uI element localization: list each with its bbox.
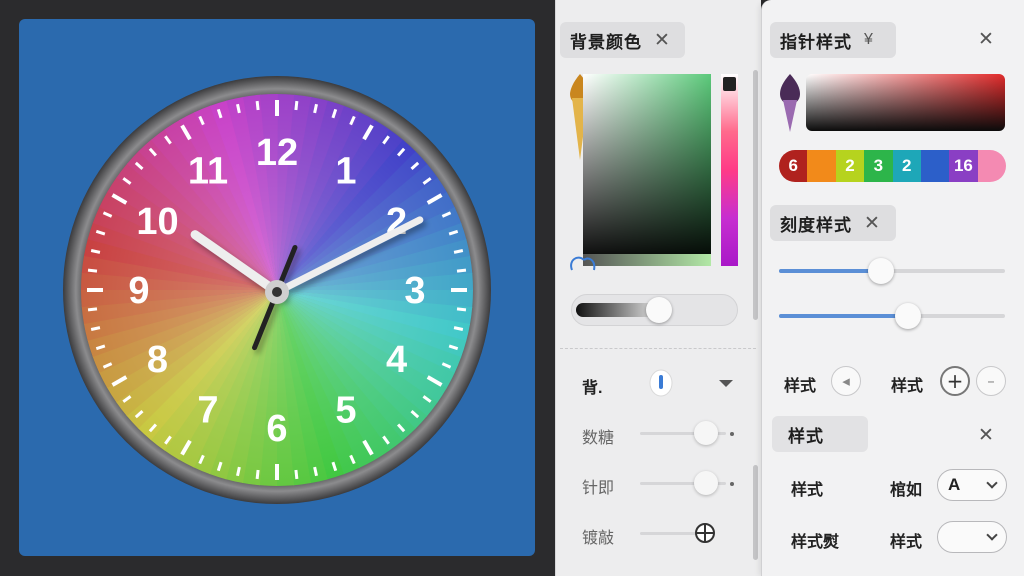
section-divider [560,348,756,349]
clock-minor-tick [236,466,241,477]
clock-minor-tick [313,466,318,477]
clock-numeral: 6 [266,408,287,450]
row-label-background: 背. [582,380,603,397]
scrollbar-thumb-lower[interactable] [753,465,758,560]
hand-style-header: 指针样式 ¥ [770,22,896,58]
style-row2-label: 样式熨 [791,534,840,551]
clock-minor-tick [90,326,101,331]
clock-numeral: 3 [404,270,425,312]
scrollbar-thumb[interactable] [753,70,758,320]
clock-numeral: 10 [136,201,178,243]
swatch[interactable]: 2 [835,150,865,182]
close-icon[interactable]: ✕ [978,30,994,49]
clock-canvas: 12 1 2 3 4 5 6 7 8 9 10 11 [19,19,535,556]
clock-minor-tick [456,268,467,273]
style-row2-select[interactable] [937,521,1007,553]
clock-minor-tick [453,326,464,331]
clock-stage: 12 1 2 3 4 5 6 7 8 9 10 11 [0,0,555,576]
globe-icon[interactable] [694,522,716,544]
saturation-value-picker[interactable] [583,74,711,266]
style-section-title: 样式 [788,426,824,446]
style-section-header: 样式 [772,416,868,452]
clock-minor-tick [90,249,101,254]
close-icon[interactable]: ✕ [654,31,670,50]
tick-style-header: 刻度样式 ✕ [770,205,896,241]
clock-numeral: 1 [335,150,356,192]
clock-numeral: 4 [386,339,407,381]
swatch[interactable] [920,150,950,182]
location-pin-icon[interactable] [648,368,674,398]
hand-style-title: 指针样式 [780,32,852,52]
clock-minor-tick [294,469,299,480]
style-option-dash-icon[interactable]: – [976,366,1006,396]
clock-minor-tick [453,249,464,254]
clock-minor-tick [294,100,299,111]
clock-numeral: 9 [128,270,149,312]
clock-minor-tick [87,307,98,312]
swatch[interactable]: 6 [779,150,808,182]
tick-style-title: 刻度样式 [780,215,852,235]
tick-slider-1-knob[interactable] [867,258,894,284]
background-color-header: 背景颜色 ✕ [560,22,685,58]
add-icon[interactable]: + [940,366,970,396]
tick-slider-2-track[interactable] [779,314,1005,318]
clock-numeral: 8 [147,339,168,381]
row-label-plating: 镀敲 [582,530,615,547]
opacity-slider-knob[interactable] [646,297,672,323]
chevron-down-icon [986,528,998,541]
tick-slider-2-knob[interactable] [894,303,921,329]
clock-minor-tick [255,100,260,111]
chevron-down-icon [986,476,998,489]
background-color-title: 背景颜色 [570,32,642,52]
eyedropper-icon[interactable] [723,77,736,91]
clock-minor-tick [313,103,318,114]
pin-icon[interactable]: ¥ [864,32,873,48]
swatch[interactable]: 16 [949,150,978,182]
style-label-a: 样式 [784,378,817,395]
clock-numeral: 11 [188,150,228,192]
clock-minor-tick [255,469,260,480]
clock-numeral: 5 [335,390,356,432]
hand-color-dropper-icon[interactable] [779,72,801,134]
hue-slider[interactable] [721,74,738,266]
plating-slider-track[interactable] [640,532,700,535]
clock-numeral: 7 [197,390,218,432]
style-row1-label2: 棺如 [890,482,923,499]
style-row2-label2: 样式 [890,534,923,551]
hand-slider-knob[interactable] [694,471,718,495]
swatch[interactable]: 3 [864,150,893,182]
style-row1-select-value: A [948,475,961,494]
reset-swirl-icon[interactable] [568,252,598,274]
swatch[interactable]: 2 [892,150,921,182]
close-icon[interactable]: ✕ [864,214,880,233]
opacity-slider[interactable] [571,294,738,326]
clock-minor-tick [87,268,98,273]
style-label-b: 样式 [891,378,924,395]
clock-face: 12 1234567891011 [63,76,491,504]
close-icon[interactable]: ✕ [978,426,994,445]
style-row1-label: 样式 [791,482,824,499]
style-row1-select[interactable]: A [937,469,1007,501]
clock-numeral: 12 [256,132,298,174]
dropdown-arrow-icon[interactable] [718,378,734,388]
row-label-number: 数糖 [582,430,615,447]
hand-color-picker[interactable] [806,74,1005,131]
number-slider-knob[interactable] [694,421,718,445]
hand-color-swatches[interactable]: 6 2 3 2 16 [779,150,1006,182]
row-label-hand: 针即 [582,480,615,497]
swatch[interactable] [807,150,836,182]
clock-minor-tick [236,103,241,114]
style-option-arrow-icon[interactable]: ◂ [831,366,861,396]
clock-minor-tick [456,307,467,312]
